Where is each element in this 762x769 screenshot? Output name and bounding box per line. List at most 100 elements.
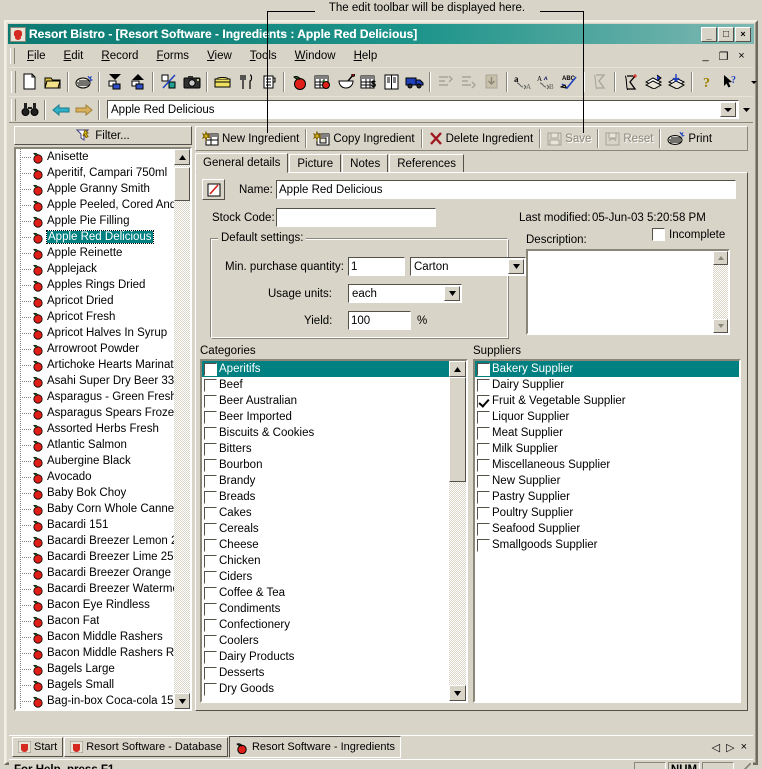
menu-item-window[interactable]: Window [286,48,345,64]
menu-item-tools[interactable]: Tools [241,48,286,64]
taskbar-scroll-left-icon[interactable]: ◁ [712,741,720,754]
description-scrollbar[interactable] [713,251,728,333]
taskbar-close-icon[interactable]: × [741,741,747,754]
tree-item[interactable]: Apricot Dried [16,293,176,309]
tree-item[interactable]: Apple Red Delicious [16,229,176,245]
category-item[interactable]: Breads [202,489,449,505]
taskbar-button-ingredients[interactable]: Resort Software - Ingredients [228,736,402,758]
category-item[interactable]: Condiments [202,601,449,617]
category-item[interactable]: Confectionery [202,617,449,633]
category-item-checkbox[interactable] [204,522,217,536]
bring-to-front-icon[interactable] [126,71,149,93]
category-item-checkbox[interactable] [204,538,217,552]
category-item-checkbox[interactable] [204,458,217,472]
stack-in-icon[interactable] [665,71,688,93]
tree-item[interactable]: Bacon Middle Rashers Ri [16,645,176,661]
navbar-overflow-icon[interactable] [739,106,753,113]
tree-item[interactable]: Baby Corn Whole Canned [16,501,176,517]
tree-item[interactable]: Atlantic Salmon [16,437,176,453]
category-item-checkbox[interactable] [204,570,217,584]
supplier-item[interactable]: Dairy Supplier [475,377,739,393]
supplier-item-checkbox[interactable] [477,426,490,440]
supplier-item-checkbox[interactable] [477,522,490,536]
search-dropdown-arrow-icon[interactable] [720,102,736,117]
mdi-minimize-button[interactable]: _ [699,50,712,62]
send-to-back-icon[interactable] [103,71,126,93]
category-item-checkbox[interactable] [204,362,217,376]
tree-scroll-thumb[interactable] [174,167,190,201]
tab-references[interactable]: References [389,154,465,173]
new-ingredient-button[interactable]: New Ingredient [196,128,305,149]
tree-item[interactable]: Apple Pie Filling [16,213,176,229]
category-item[interactable]: Desserts [202,665,449,681]
toolbar-grip[interactable] [11,70,16,93]
description-scroll-up-button[interactable] [713,251,728,265]
tree-item[interactable]: Artichoke Hearts Marinate [16,357,176,373]
category-item-checkbox[interactable] [204,426,217,440]
tree-scroll-track[interactable] [174,165,190,693]
supplier-item[interactable]: Smallgoods Supplier [475,537,739,553]
supplier-item[interactable]: Seafood Supplier [475,521,739,537]
tree-item[interactable]: Anisette [16,149,176,165]
supplier-item-checkbox[interactable] [477,474,490,488]
supplier-item-checkbox[interactable] [477,506,490,520]
category-item-checkbox[interactable] [204,666,217,680]
tree-item[interactable]: Bacon Eye Rindless [16,597,176,613]
tree-item[interactable]: Bag-in-box Coca-cola 15l [16,693,176,709]
usage-units-dropdown-arrow-icon[interactable] [444,286,460,301]
category-item[interactable]: Brandy [202,473,449,489]
min-purchase-unit-dropdown-arrow-icon[interactable] [508,259,524,274]
incomplete-checkbox[interactable] [652,228,665,241]
min-purchase-unit-combo[interactable]: Carton [410,257,526,276]
supplier-item[interactable]: Poultry Supplier [475,505,739,521]
description-textarea[interactable] [526,249,730,335]
indent-decrease-icon[interactable] [457,71,480,93]
delete-ingredient-button[interactable]: Delete Ingredient [423,128,540,149]
tree-item[interactable]: Apples Rings Dried [16,277,176,293]
menu-item-record[interactable]: Record [92,48,147,64]
search-combo[interactable]: Apple Red Delicious [107,100,739,119]
category-item[interactable]: Bitters [202,441,449,457]
print-preview-icon[interactable] [72,71,95,93]
category-item[interactable]: Beer Imported [202,409,449,425]
minimize-button[interactable]: _ [701,26,717,42]
ingredient-table-icon[interactable] [311,71,334,93]
mdi-close-button[interactable]: × [735,50,748,62]
categories-scroll-up-button[interactable] [449,361,466,377]
move-down-icon[interactable] [480,71,503,93]
tree-item[interactable]: Arrowroot Powder [16,341,176,357]
find-binoculars-icon[interactable] [18,99,41,121]
category-item[interactable]: Ciders [202,569,449,585]
tree-item[interactable]: Bacardi Breezer Lime 255 [16,549,176,565]
category-item[interactable]: Cheese [202,537,449,553]
tab-picture[interactable]: Picture [289,154,342,173]
supplier-item-checkbox[interactable] [477,442,490,456]
help-question-icon[interactable]: ? [696,71,719,93]
costing-table-icon[interactable]: $ [357,71,380,93]
supplier-item-checkbox[interactable] [477,394,490,408]
context-help-icon[interactable]: ? [719,71,742,93]
tree-item[interactable]: Asparagus Spears Frozen [16,405,176,421]
sum-disabled-icon[interactable] [588,71,611,93]
category-item[interactable]: Dairy Products [202,649,449,665]
menu-item-view[interactable]: View [198,48,241,64]
nav-back-arrow-icon[interactable] [49,99,72,121]
tree-item[interactable]: Asahi Super Dry Beer 334 [16,373,176,389]
reset-button[interactable]: Reset [599,128,659,149]
resize-grip-icon[interactable] [737,762,751,769]
tree-scroll-down-button[interactable] [174,693,190,709]
supplier-item[interactable]: Pastry Supplier [475,489,739,505]
indent-increase-icon[interactable] [434,71,457,93]
category-item[interactable]: Cakes [202,505,449,521]
tree-item[interactable]: Bacardi Breezer Orange 2 [16,565,176,581]
tree-item[interactable]: Applejack [16,261,176,277]
supplier-item-checkbox[interactable] [477,410,490,424]
description-scroll-down-button[interactable] [713,319,728,333]
tree-item[interactable]: Aperitif, Campari 750ml [16,165,176,181]
spell-check-icon[interactable]: ABC [557,71,580,93]
min-purchase-input[interactable]: 1 [348,257,405,276]
tree-item[interactable]: Aubergine Black [16,453,176,469]
tab-general-details[interactable]: General details [195,153,289,173]
menu-item-file[interactable]: File [18,48,55,64]
category-item-checkbox[interactable] [204,602,217,616]
